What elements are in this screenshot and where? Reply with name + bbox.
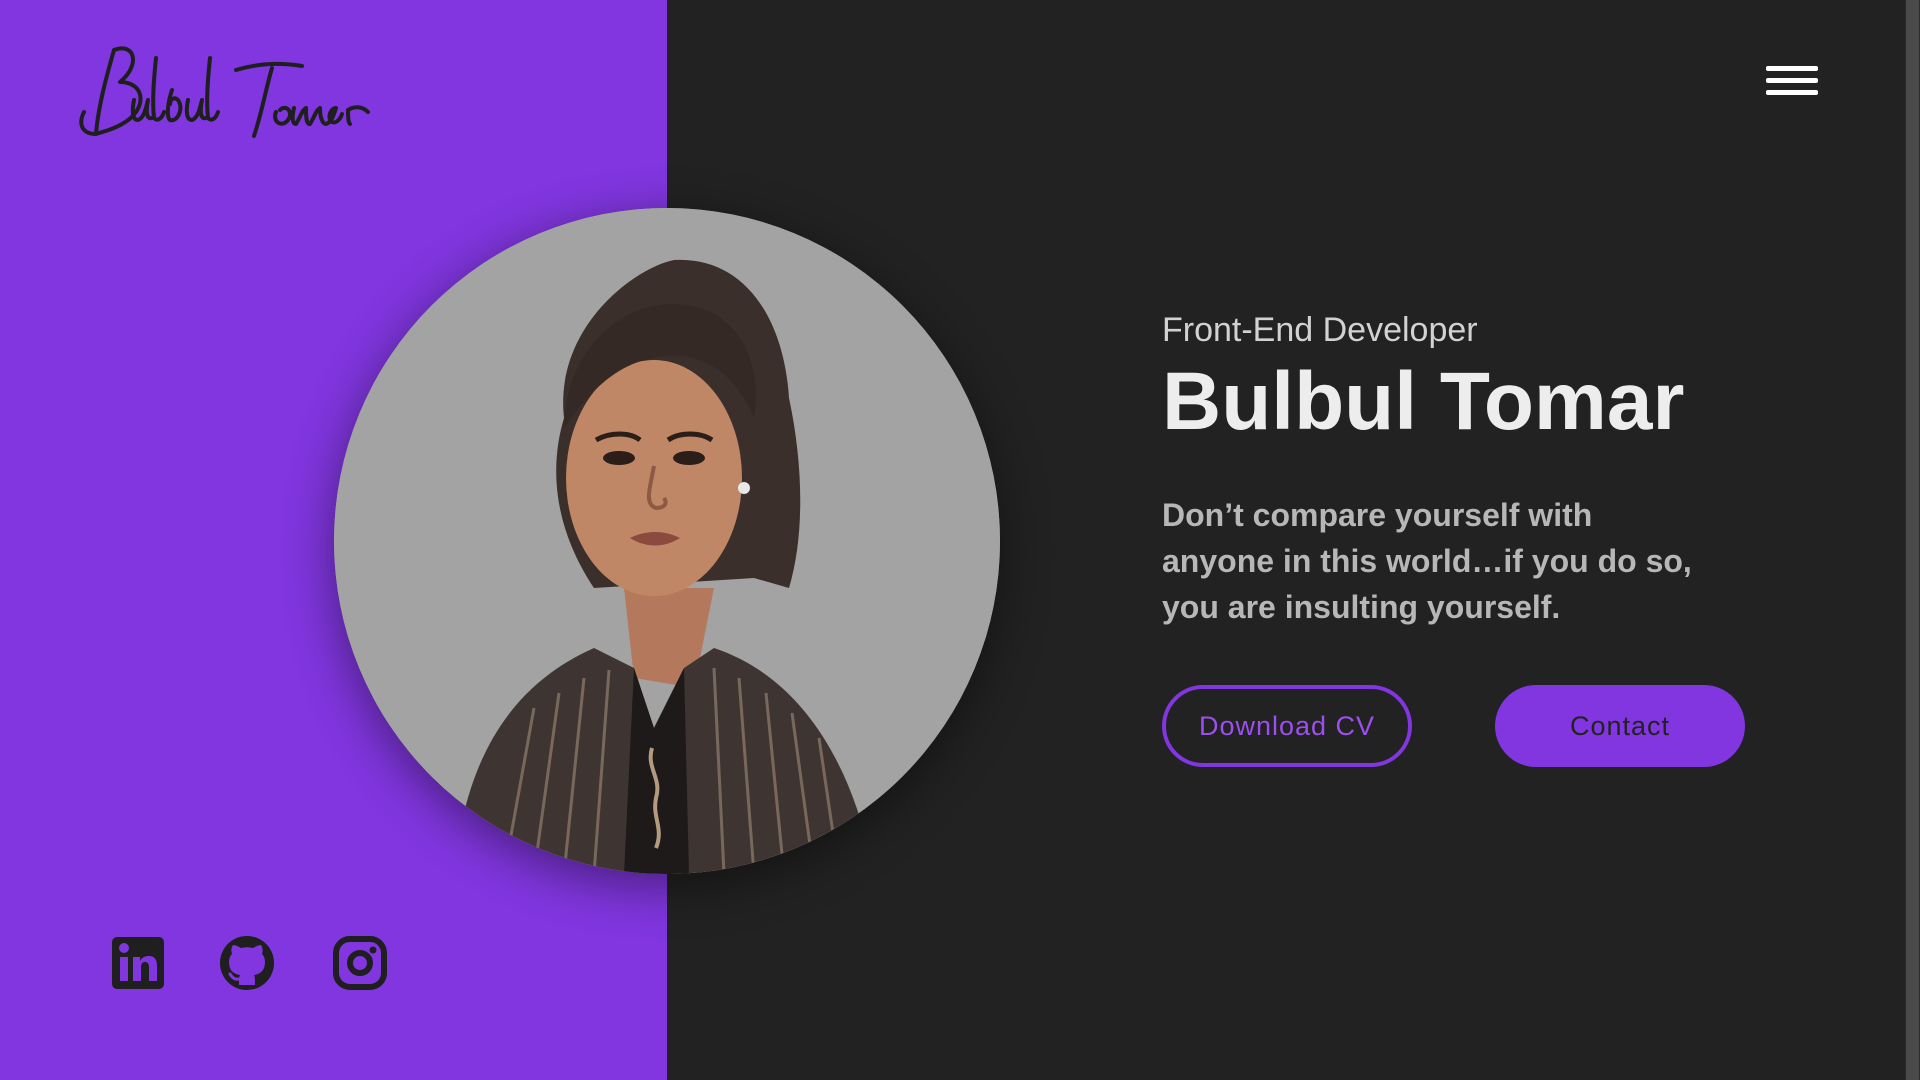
quote-line: anyone in this world…if you do so, — [1162, 543, 1692, 579]
menu-line-top — [1766, 66, 1818, 71]
portrait-illustration — [334, 208, 1000, 874]
person-name: Bulbul Tomar — [1162, 355, 1685, 447]
signature-logo[interactable] — [76, 38, 396, 148]
quote-line: you are insulting yourself. — [1162, 589, 1561, 625]
github-icon[interactable] — [219, 935, 275, 991]
hamburger-menu-icon[interactable] — [1766, 62, 1820, 102]
page-scrollbar[interactable] — [1905, 0, 1920, 1080]
profile-photo — [334, 208, 1000, 874]
role-title: Front-End Developer — [1162, 311, 1478, 349]
instagram-icon[interactable] — [332, 935, 388, 991]
signature-logo-graphic — [79, 46, 370, 138]
menu-line-bottom — [1766, 90, 1818, 95]
quote-text: Don’t compare yourself with anyone in th… — [1162, 492, 1722, 630]
menu-line-middle — [1766, 78, 1818, 83]
scrollbar-thumb[interactable] — [1906, 0, 1919, 1080]
hero-section: Front-End Developer Bulbul Tomar — [1162, 310, 1862, 445]
contact-button[interactable]: Contact — [1495, 685, 1745, 767]
linkedin-icon[interactable] — [110, 935, 166, 991]
download-cv-button[interactable]: Download CV — [1162, 685, 1412, 767]
quote-line: Don’t compare yourself with — [1162, 497, 1593, 533]
portfolio-home: Front-End Developer Bulbul Tomar Don’t c… — [0, 0, 1920, 1080]
